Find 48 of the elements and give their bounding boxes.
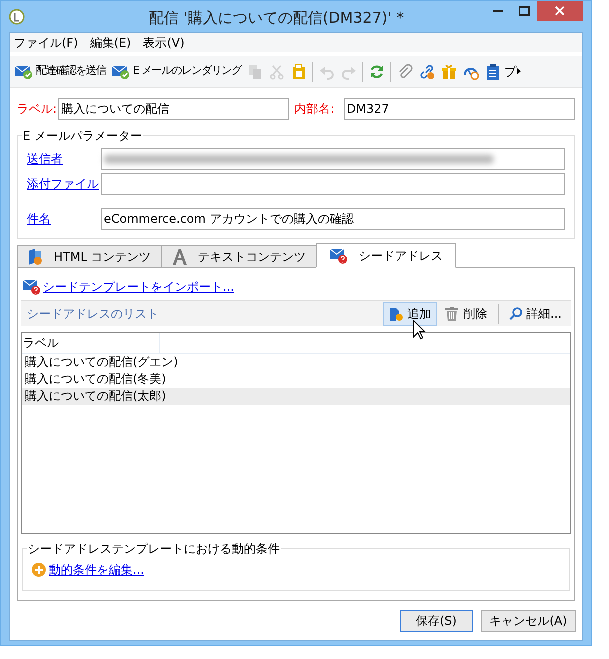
- field-link[interactable]: 件名: [27, 210, 101, 228]
- field-link[interactable]: 送信者: [27, 150, 101, 168]
- menu-item[interactable]: ファイル(F): [14, 34, 78, 52]
- table-row[interactable]: 購入についての配信(冬美): [22, 371, 570, 388]
- list-action-button[interactable]: 詳細...: [504, 302, 567, 326]
- add-document-icon: [388, 306, 404, 322]
- tab[interactable]: テキストコンテンツ: [161, 245, 318, 268]
- menu-item[interactable]: 編集(E): [90, 34, 132, 52]
- input-field[interactable]: 購入についての配信: [58, 98, 289, 120]
- table-row[interactable]: 購入についての配信(グエン): [22, 354, 570, 371]
- field-label: 内部名:: [294, 101, 336, 118]
- envelope-question-icon: [22, 278, 42, 296]
- toolbar-button[interactable]: E メールのレンダリング: [109, 60, 244, 84]
- list-title: シードアドレスのリスト: [27, 306, 159, 322]
- trash-icon: [444, 306, 460, 322]
- field-label: ラベル:: [17, 101, 58, 118]
- column-header[interactable]: ラベル: [22, 333, 160, 353]
- input-field[interactable]: DM327: [344, 98, 575, 120]
- group-title: シードアドレステンプレートにおける動的条件: [27, 540, 281, 558]
- menu-item[interactable]: 表示(V): [143, 34, 185, 52]
- field-link[interactable]: 添付ファイル: [27, 175, 101, 193]
- import-link[interactable]: シードテンプレートをインポート...: [43, 278, 234, 296]
- input-field[interactable]: eCommerce.com アカウントでの購入の確認: [101, 208, 565, 230]
- dialog-button[interactable]: キャンセル(A): [481, 610, 576, 632]
- close-button[interactable]: [537, 1, 583, 21]
- toolbar-button[interactable]: プ: [504, 62, 516, 80]
- list-action-button[interactable]: 削除: [438, 302, 493, 326]
- envelope-question-icon: [329, 246, 350, 264]
- table-row[interactable]: 購入についての配信(太郎): [22, 388, 570, 405]
- edit-conditions-link[interactable]: 動的条件を編集...: [49, 560, 144, 578]
- dialog-button[interactable]: 保存(S): [400, 610, 473, 632]
- input-field[interactable]: [101, 148, 565, 170]
- overflow-arrow-icon[interactable]: [517, 68, 522, 75]
- window-title: 配信 '購入についての配信(DM327)' *: [149, 8, 404, 29]
- search-icon: [508, 306, 523, 320]
- envelope-check-icon: [14, 64, 34, 80]
- letter-a-icon: [172, 248, 188, 266]
- envelope-check-icon: [111, 64, 131, 80]
- app-icon: [9, 8, 25, 24]
- toolbar-button[interactable]: 配達確認を送信: [12, 60, 108, 84]
- tab[interactable]: HTML コンテンツ: [17, 245, 162, 268]
- html-page-icon: [28, 248, 44, 266]
- plus-circle-icon: [32, 562, 46, 576]
- close-icon: [555, 6, 565, 16]
- list-action-button[interactable]: 追加: [382, 302, 437, 326]
- mouse-cursor-icon: [413, 320, 426, 340]
- input-field[interactable]: [101, 173, 565, 195]
- tab[interactable]: シードアドレス: [316, 243, 456, 268]
